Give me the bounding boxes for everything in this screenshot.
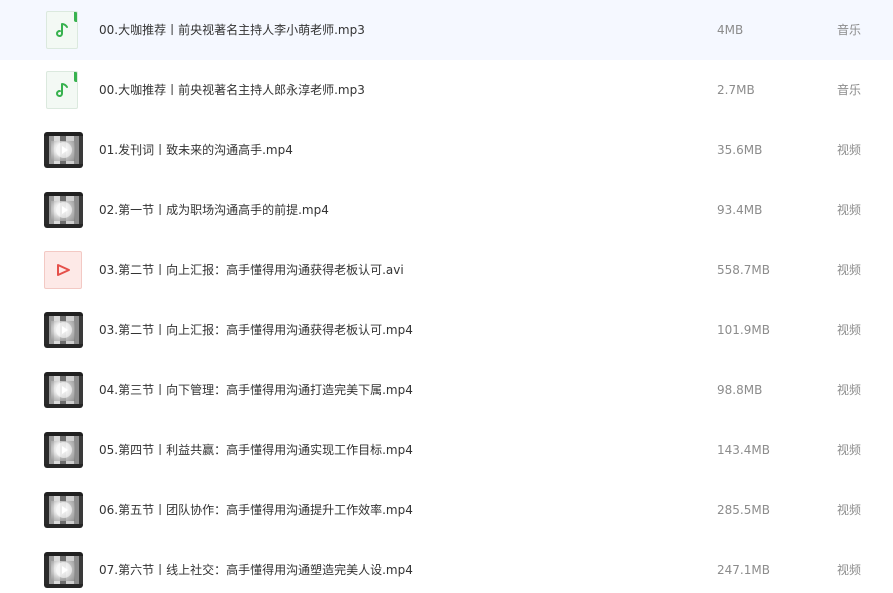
file-name[interactable]: 02.第一节丨成为职场沟通高手的前提.mp4 xyxy=(99,202,329,218)
play-icon xyxy=(55,502,72,518)
file-type: 视频 xyxy=(837,263,862,277)
file-size: 4MB xyxy=(717,23,744,37)
file-row[interactable]: 02.第一节丨成为职场沟通高手的前提.mp4 93.4MB 视频 xyxy=(0,180,893,240)
file-row[interactable]: 03.第二节丨向上汇报：高手懂得用沟通获得老板认可.mp4 101.9MB 视频 xyxy=(0,300,893,360)
file-type: 视频 xyxy=(837,503,862,517)
file-size: 285.5MB xyxy=(717,503,770,517)
file-size: 35.6MB xyxy=(717,143,763,157)
play-icon xyxy=(55,442,72,458)
file-row[interactable]: 01.发刊词丨致未来的沟通高手.mp4 35.6MB 视频 xyxy=(0,120,893,180)
file-type: 视频 xyxy=(837,563,862,577)
file-name[interactable]: 03.第二节丨向上汇报：高手懂得用沟通获得老板认可.avi xyxy=(99,262,404,278)
file-type: 视频 xyxy=(837,143,862,157)
play-icon xyxy=(55,562,72,578)
video-thumbnail xyxy=(44,372,83,408)
play-triangle-icon xyxy=(44,251,82,289)
file-size: 93.4MB xyxy=(717,203,763,217)
video-thumbnail xyxy=(44,192,83,228)
file-name[interactable]: 03.第二节丨向上汇报：高手懂得用沟通获得老板认可.mp4 xyxy=(99,322,413,338)
music-note-icon xyxy=(46,71,78,109)
file-size: 247.1MB xyxy=(717,563,770,577)
video-thumbnail xyxy=(44,312,83,348)
file-name[interactable]: 00.大咖推荐丨前央视著名主持人郎永淳老师.mp3 xyxy=(99,82,365,98)
file-row[interactable]: 05.第四节丨利益共赢：高手懂得用沟通实现工作目标.mp4 143.4MB 视频 xyxy=(0,420,893,480)
file-type: 视频 xyxy=(837,383,862,397)
file-name[interactable]: 07.第六节丨线上社交：高手懂得用沟通塑造完美人设.mp4 xyxy=(99,562,413,578)
file-name[interactable]: 06.第五节丨团队协作：高手懂得用沟通提升工作效率.mp4 xyxy=(99,502,413,518)
file-list: 00.大咖推荐丨前央视著名主持人李小萌老师.mp3 4MB 音乐 00.大咖推荐… xyxy=(0,0,893,593)
file-row[interactable]: 06.第五节丨团队协作：高手懂得用沟通提升工作效率.mp4 285.5MB 视频 xyxy=(0,480,893,540)
file-name[interactable]: 00.大咖推荐丨前央视著名主持人李小萌老师.mp3 xyxy=(99,22,365,38)
file-row[interactable]: 07.第六节丨线上社交：高手懂得用沟通塑造完美人设.mp4 247.1MB 视频 xyxy=(0,540,893,593)
file-size: 2.7MB xyxy=(717,83,755,97)
file-size: 101.9MB xyxy=(717,323,770,337)
video-thumbnail xyxy=(44,492,83,528)
file-type: 音乐 xyxy=(837,23,862,37)
play-icon xyxy=(55,202,72,218)
file-name[interactable]: 01.发刊词丨致未来的沟通高手.mp4 xyxy=(99,142,293,158)
file-name[interactable]: 05.第四节丨利益共赢：高手懂得用沟通实现工作目标.mp4 xyxy=(99,442,413,458)
play-icon xyxy=(55,142,72,158)
file-size: 558.7MB xyxy=(717,263,770,277)
file-size: 143.4MB xyxy=(717,443,770,457)
file-row[interactable]: 03.第二节丨向上汇报：高手懂得用沟通获得老板认可.avi 558.7MB 视频 xyxy=(0,240,893,300)
play-icon xyxy=(55,322,72,338)
file-size: 98.8MB xyxy=(717,383,763,397)
file-type: 视频 xyxy=(837,323,862,337)
play-icon xyxy=(55,382,72,398)
file-row[interactable]: 00.大咖推荐丨前央视著名主持人李小萌老师.mp3 4MB 音乐 xyxy=(0,0,893,60)
file-row[interactable]: 04.第三节丨向下管理：高手懂得用沟通打造完美下属.mp4 98.8MB 视频 xyxy=(0,360,893,420)
file-type: 视频 xyxy=(837,443,862,457)
file-type: 视频 xyxy=(837,203,862,217)
video-thumbnail xyxy=(44,132,83,168)
file-name[interactable]: 04.第三节丨向下管理：高手懂得用沟通打造完美下属.mp4 xyxy=(99,382,413,398)
music-note-icon xyxy=(46,11,78,49)
file-type: 音乐 xyxy=(837,83,862,97)
video-thumbnail xyxy=(44,432,83,468)
file-row[interactable]: 00.大咖推荐丨前央视著名主持人郎永淳老师.mp3 2.7MB 音乐 xyxy=(0,60,893,120)
video-thumbnail xyxy=(44,552,83,588)
